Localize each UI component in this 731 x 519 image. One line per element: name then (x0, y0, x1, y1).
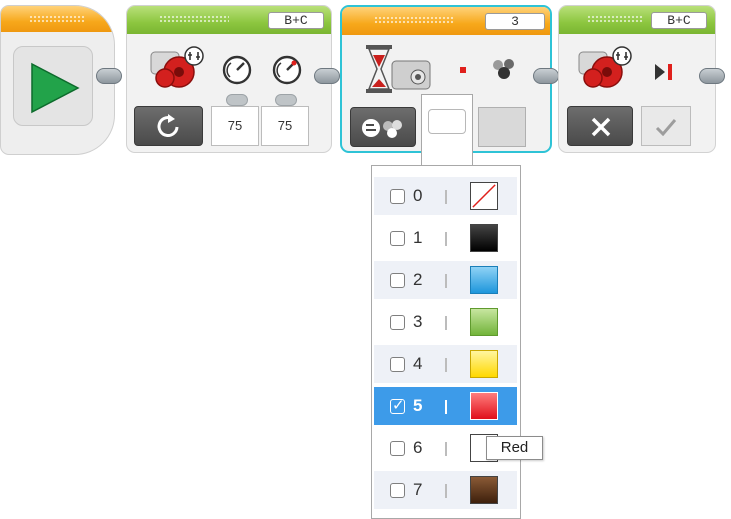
color-number: 4 (413, 354, 423, 373)
start-play-button[interactable] (13, 46, 93, 126)
color-number: 0 (413, 186, 423, 205)
connector (314, 68, 340, 84)
blue-swatch (470, 266, 498, 294)
color-option[interactable]: 4 (374, 345, 517, 383)
power-dial-icon (272, 55, 302, 85)
loop-icon (157, 114, 179, 137)
close-icon (591, 117, 611, 137)
play-icon (31, 62, 80, 114)
color-option[interactable]: 0 (374, 177, 517, 215)
motor-stop-header: B+C (559, 6, 715, 34)
mode-selector-button[interactable] (134, 106, 203, 146)
mode-selector-button[interactable] (567, 106, 633, 146)
checkbox[interactable] (390, 441, 405, 456)
color-option[interactable]: 3 (374, 303, 517, 341)
move-tank-block[interactable]: B+C 75 75 (126, 5, 332, 153)
selected-color-preview[interactable] (428, 109, 466, 134)
checkmark-icon: ✓ (392, 397, 405, 414)
power-c-value[interactable]: 75 (261, 106, 309, 146)
power-b-value[interactable]: 75 (211, 106, 259, 146)
checkbox[interactable] (390, 357, 405, 372)
start-block-header (1, 6, 114, 32)
checkbox[interactable] (390, 315, 405, 330)
color-number: 3 (413, 312, 423, 331)
color-sensor-icon (391, 60, 431, 90)
power-dial-icon (222, 55, 252, 85)
red-swatch (470, 392, 498, 420)
no-color-swatch (470, 182, 498, 210)
color-tooltip: Red (486, 436, 543, 460)
color-number: 1 (413, 228, 423, 247)
checkbox[interactable] (390, 231, 405, 246)
color-option-selected[interactable]: ✓ 5 (374, 387, 517, 425)
color-number: 6 (413, 438, 423, 457)
color-dots-icon (493, 59, 514, 79)
color-number: 7 (413, 480, 423, 499)
large-motor-icon (150, 46, 204, 88)
connector (96, 68, 122, 84)
compare-mode-button[interactable] (350, 107, 416, 147)
color-set-value[interactable] (478, 107, 526, 147)
check-icon (655, 119, 677, 136)
stop-icon (655, 64, 672, 80)
checkbox[interactable] (390, 483, 405, 498)
color-sensor-header: 3 (342, 7, 550, 35)
motor-ports-box[interactable]: B+C (651, 12, 707, 29)
checkbox-checked[interactable]: ✓ (390, 397, 405, 414)
color-number: 5 (413, 396, 423, 415)
sensor-port-box[interactable]: 3 (485, 13, 545, 30)
checkbox[interactable] (390, 273, 405, 288)
color-option[interactable]: 7 (374, 471, 517, 509)
black-swatch (470, 224, 498, 252)
color-option[interactable]: 1 (374, 219, 517, 257)
color-dropdown[interactable]: 0 1 2 3 4 ✓ 5 6 7 (371, 165, 521, 519)
input-tab (275, 94, 297, 106)
brake-value[interactable] (641, 106, 691, 146)
connector (699, 68, 725, 84)
move-tank-header: B+C (127, 6, 331, 34)
green-swatch (470, 308, 498, 336)
motor-stop-block[interactable]: B+C (558, 5, 716, 153)
input-tab (226, 94, 248, 106)
brown-swatch (470, 476, 498, 504)
color-number: 2 (413, 270, 423, 289)
large-motor-icon (578, 46, 632, 88)
red-indicator-square (460, 67, 466, 73)
color-option[interactable]: 2 (374, 261, 517, 299)
checkbox[interactable] (390, 189, 405, 204)
motor-ports-box[interactable]: B+C (268, 12, 324, 29)
sensor-mode-icon (362, 119, 402, 138)
connector (533, 68, 559, 84)
yellow-swatch (470, 350, 498, 378)
